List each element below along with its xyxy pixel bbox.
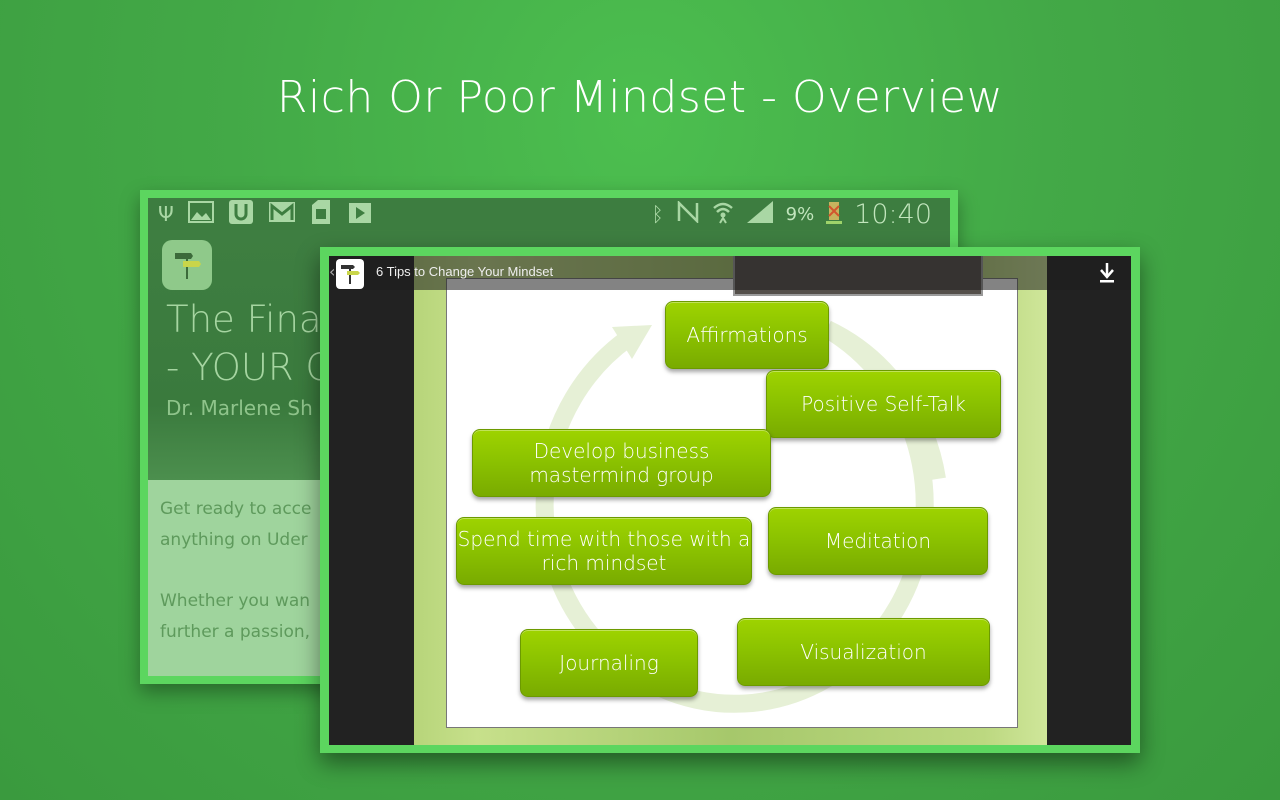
cycle-item: Develop business mastermind group <box>472 429 771 497</box>
download-button[interactable] <box>1097 260 1117 286</box>
description-line: Get ready to acce <box>160 499 312 519</box>
gmail-icon <box>268 201 296 228</box>
app-logo-icon <box>336 259 364 289</box>
cycle-item: Spend time with those with a rich mindse… <box>456 517 752 585</box>
status-bar: Ψ ᛒ 9% 10:40 <box>148 198 950 230</box>
cycle-item: Affirmations <box>665 301 829 369</box>
course-title-line2: - YOUR C <box>166 346 332 389</box>
cycle-item: Positive Self-Talk <box>766 370 1001 438</box>
cycle-item: Visualization <box>737 618 990 686</box>
cycle-item: Journaling <box>520 629 698 697</box>
app-logo-icon <box>162 240 212 290</box>
description-line: further a passion, <box>160 622 311 642</box>
wifi-icon <box>712 200 734 229</box>
course-title-line1: The Fina <box>166 298 322 341</box>
udemy-u-icon <box>228 199 254 230</box>
back-button[interactable]: ‹ <box>329 262 335 281</box>
front-screenshot-frame: Affirmations Positive Self-Talk Develop … <box>320 247 1140 753</box>
signal-icon <box>746 200 774 229</box>
image-icon <box>187 200 214 228</box>
nfc-icon <box>676 199 700 228</box>
battery-icon <box>826 200 843 229</box>
status-time: 10:40 <box>854 198 932 230</box>
bluetooth-icon: ᛒ <box>651 202 664 226</box>
description-line: Whether you wan <box>160 591 311 611</box>
course-author: Dr. Marlene Sh <box>166 396 313 420</box>
course-title: The Fina - YOUR C <box>166 296 331 392</box>
video-player[interactable]: Affirmations Positive Self-Talk Develop … <box>329 256 1131 745</box>
cycle-item: Meditation <box>768 507 988 575</box>
usb-icon: Ψ <box>158 202 174 226</box>
sim-card-icon <box>310 199 334 230</box>
play-store-icon <box>348 200 372 229</box>
video-title: 6 Tips to Change Your Mindset <box>376 264 554 279</box>
video-top-bar: ‹ 6 Tips to Change Your Mindset <box>329 256 1131 290</box>
page-headline: Rich Or Poor Mindset - Overview <box>276 72 1004 123</box>
download-icon <box>1100 263 1114 283</box>
description-line: anything on Uder <box>160 530 308 550</box>
battery-percent: 9% <box>785 203 815 225</box>
